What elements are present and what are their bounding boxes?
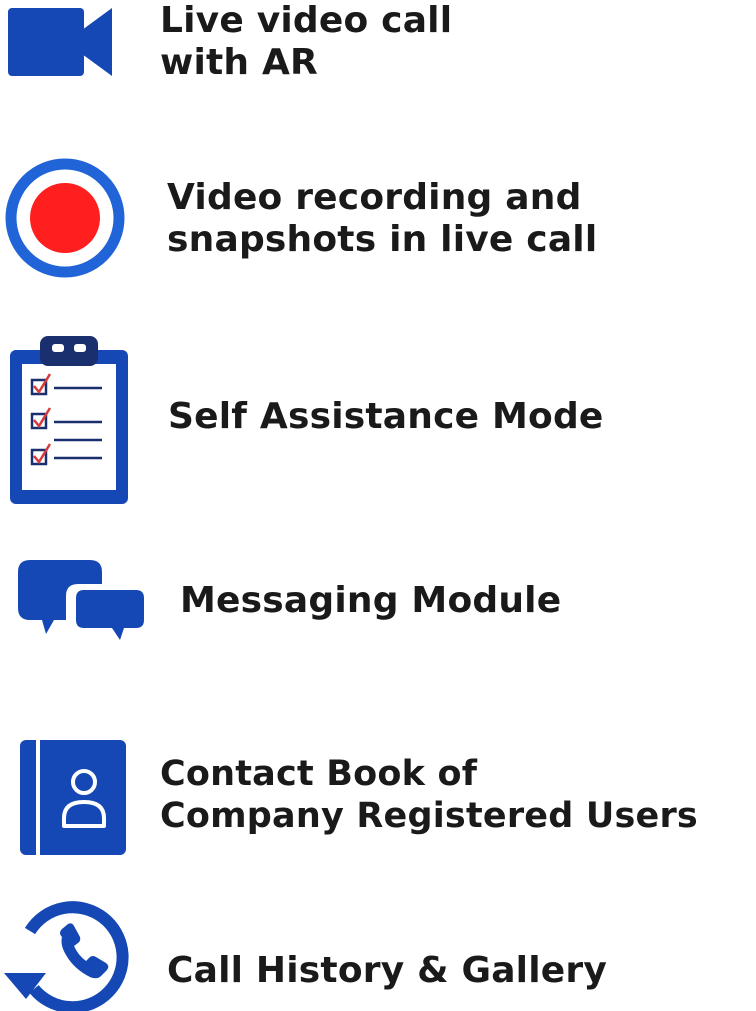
feature-label-line: Company Registered Users [160,796,698,836]
video-camera-icon [8,8,112,76]
feature-label: Contact Book of Company Registered Users [160,753,698,837]
call-history-icon [4,897,134,1011]
feature-label: Messaging Module [180,580,561,622]
feature-messaging: Messaging Module [0,555,756,655]
record-icon [5,158,125,278]
feature-video-recording: Video recording and snapshots in live ca… [0,150,756,280]
feature-label-line: Video recording and [167,177,582,218]
feature-label-line: Self Assistance Mode [168,396,604,437]
feature-call-history: Call History & Gallery [0,895,756,1011]
feature-label-line: with AR [160,42,318,83]
feature-live-video-call: Live video call with AR [0,0,756,110]
feature-label: Self Assistance Mode [168,396,604,438]
feature-label-line: Call History & Gallery [167,950,608,991]
clipboard-checklist-icon [10,336,128,504]
contact-book-icon [20,740,126,855]
feature-label: Live video call with AR [160,0,452,84]
feature-label-line: Contact Book of [160,754,478,794]
feature-self-assistance: Self Assistance Mode [0,330,756,510]
feature-label-line: Live video call [160,0,453,41]
feature-label-line: Messaging Module [180,580,562,621]
feature-label-line: snapshots in live call [167,219,598,260]
feature-contact-book: Contact Book of Company Registered Users [0,735,756,860]
feature-label: Call History & Gallery [167,950,607,992]
chat-bubbles-icon [18,560,148,648]
feature-label: Video recording and snapshots in live ca… [167,177,597,261]
